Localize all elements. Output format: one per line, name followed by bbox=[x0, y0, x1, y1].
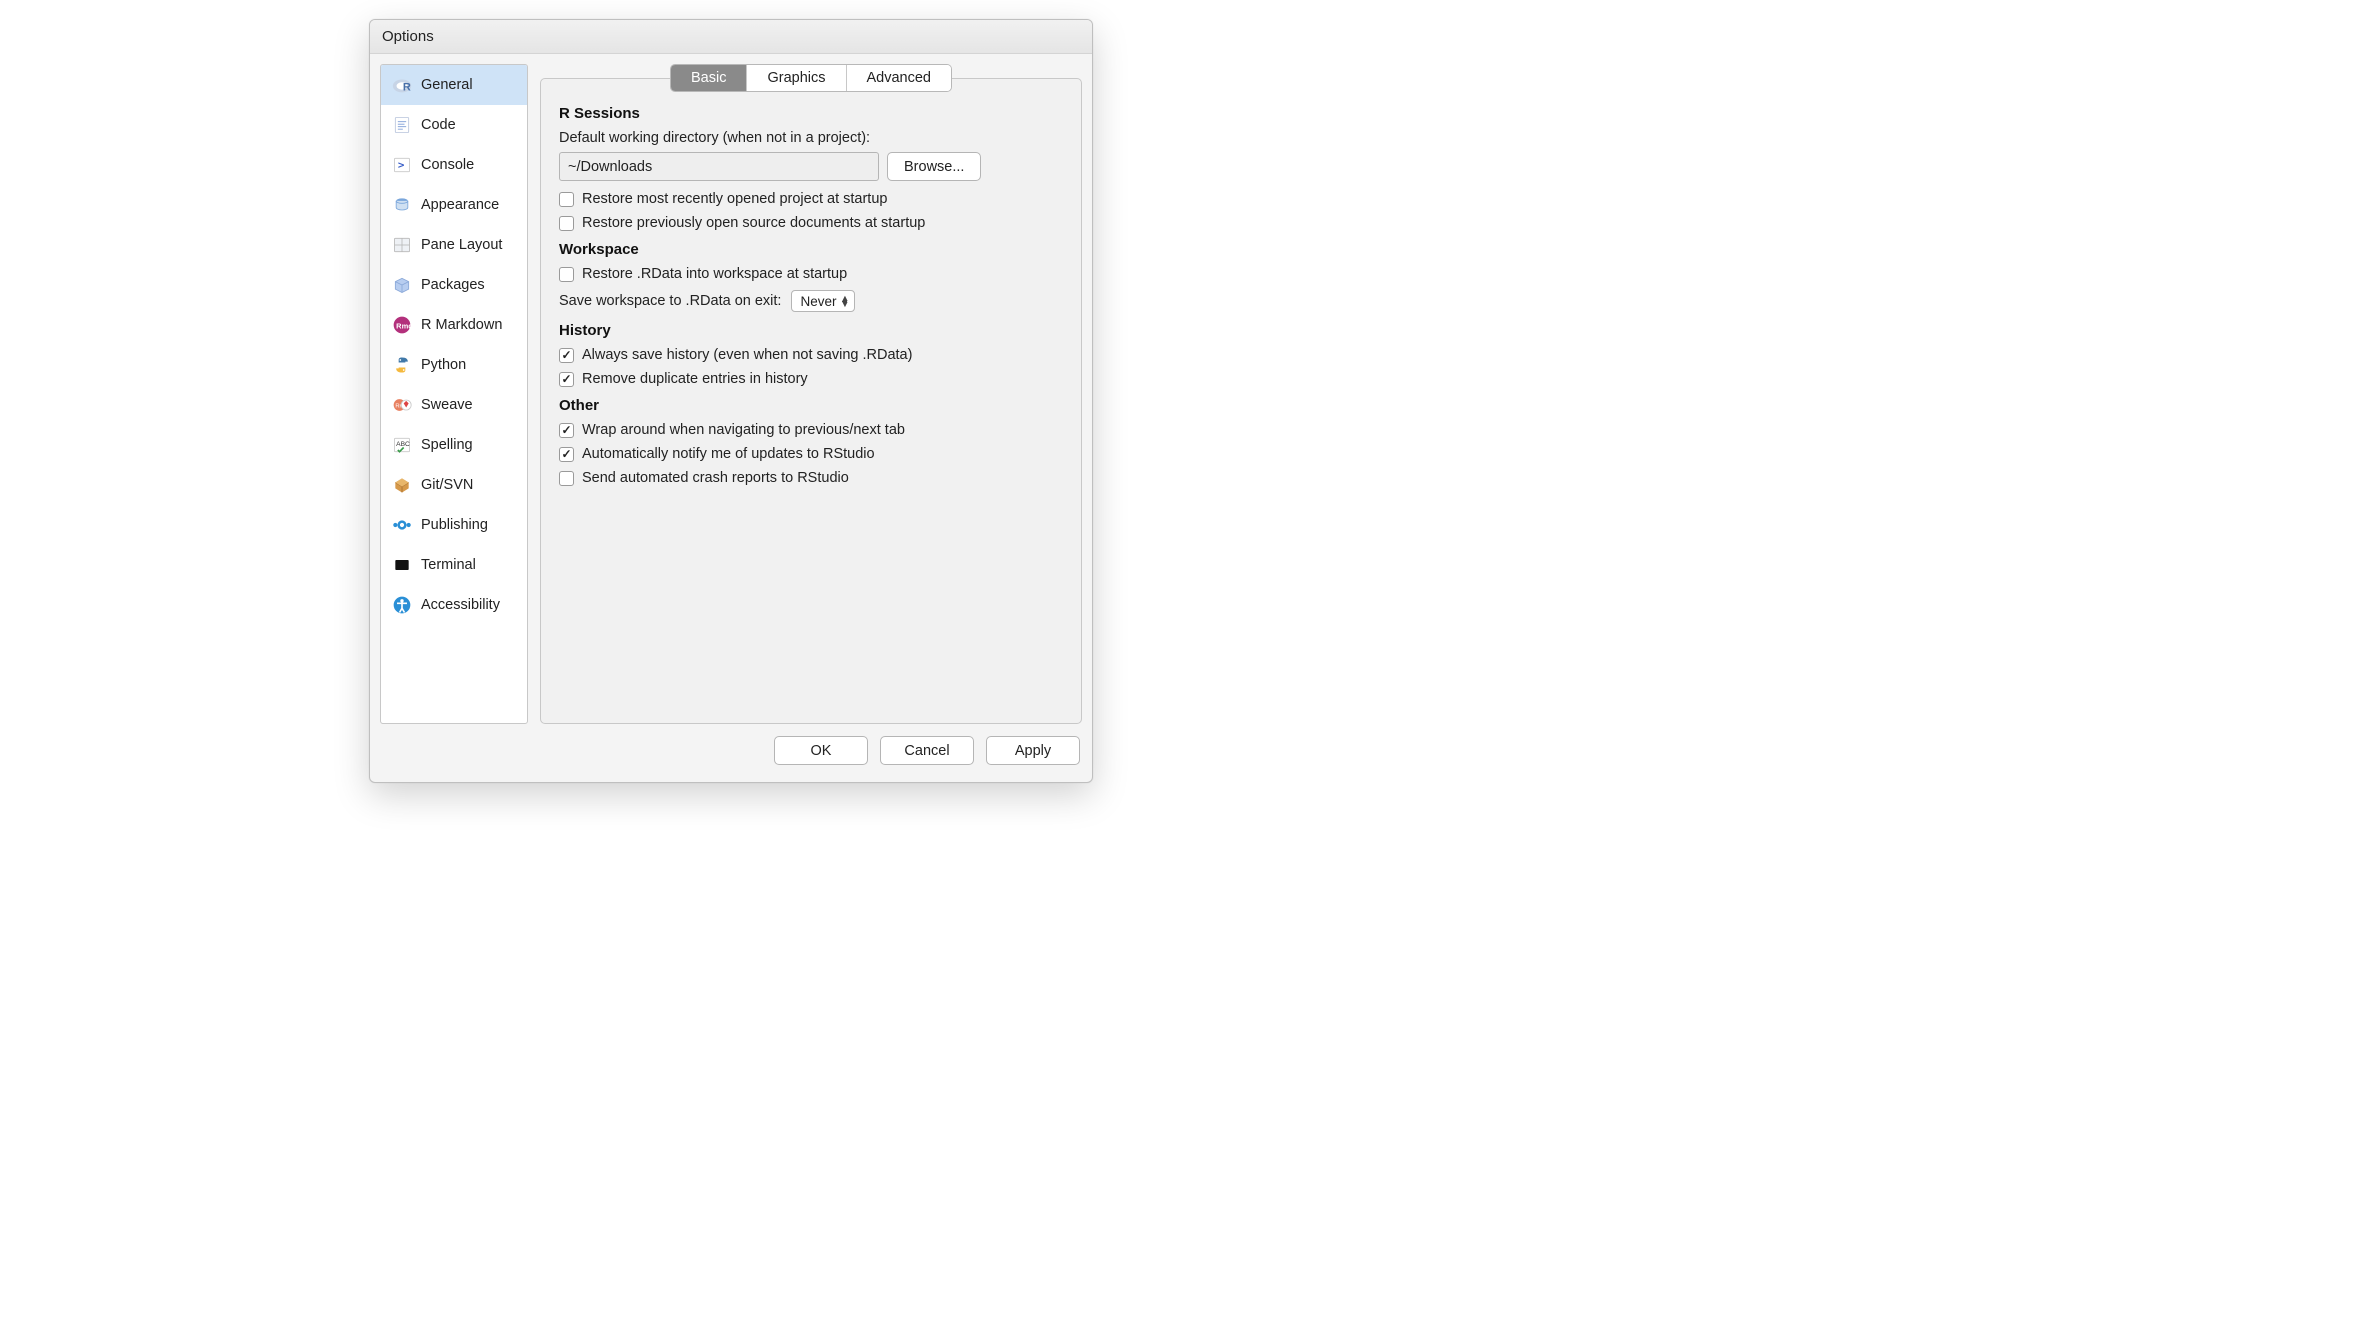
tab-advanced[interactable]: Advanced bbox=[847, 65, 952, 91]
crash-reports-label: Send automated crash reports to RStudio bbox=[582, 470, 849, 486]
sidebar-item-python[interactable]: Python bbox=[381, 345, 527, 385]
python-logo-icon bbox=[391, 354, 413, 376]
sidebar-item-gitsvn[interactable]: Git/SVN bbox=[381, 465, 527, 505]
restore-project-checkbox[interactable] bbox=[559, 192, 574, 207]
restore-docs-label: Restore previously open source documents… bbox=[582, 215, 925, 231]
working-dir-input[interactable] bbox=[559, 152, 879, 181]
sidebar-item-terminal[interactable]: Terminal bbox=[381, 545, 527, 585]
publish-icon bbox=[391, 514, 413, 536]
options-dialog: Options R General Code > Console bbox=[369, 19, 1093, 783]
notify-updates-label: Automatically notify me of updates to RS… bbox=[582, 446, 875, 462]
sidebar-item-label: Accessibility bbox=[421, 597, 500, 613]
sidebar-item-label: R Markdown bbox=[421, 317, 502, 333]
rmarkdown-icon: Rmd bbox=[391, 314, 413, 336]
section-workspace: Workspace bbox=[559, 241, 1063, 258]
package-box-icon bbox=[391, 274, 413, 296]
dialog-titlebar: Options bbox=[370, 20, 1092, 54]
notify-updates-checkbox[interactable] bbox=[559, 447, 574, 462]
svg-text:Rmd: Rmd bbox=[396, 321, 412, 330]
sidebar-item-packages[interactable]: Packages bbox=[381, 265, 527, 305]
sidebar-item-pane-layout[interactable]: Pane Layout bbox=[381, 225, 527, 265]
browse-button[interactable]: Browse... bbox=[887, 152, 981, 181]
working-dir-label: Default working directory (when not in a… bbox=[559, 130, 1063, 146]
sidebar-item-label: Git/SVN bbox=[421, 477, 473, 493]
restore-rdata-label: Restore .RData into workspace at startup bbox=[582, 266, 847, 282]
section-other: Other bbox=[559, 397, 1063, 414]
remove-dup-history-checkbox[interactable] bbox=[559, 372, 574, 387]
restore-project-label: Restore most recently opened project at … bbox=[582, 191, 887, 207]
sidebar-item-label: Sweave bbox=[421, 397, 473, 413]
sidebar-item-label: Pane Layout bbox=[421, 237, 502, 253]
sidebar-item-label: Spelling bbox=[421, 437, 473, 453]
paint-bucket-icon bbox=[391, 194, 413, 216]
save-workspace-select[interactable]: Never ▲▼ bbox=[791, 290, 855, 312]
sweave-icon: Rnw bbox=[391, 394, 413, 416]
pane-layout-icon bbox=[391, 234, 413, 256]
crash-reports-checkbox[interactable] bbox=[559, 471, 574, 486]
sidebar-item-label: Publishing bbox=[421, 517, 488, 533]
restore-rdata-checkbox[interactable] bbox=[559, 267, 574, 282]
svg-text:R: R bbox=[403, 82, 411, 94]
wrap-tabs-checkbox[interactable] bbox=[559, 423, 574, 438]
tab-bar: Basic Graphics Advanced bbox=[540, 64, 1082, 92]
code-doc-icon bbox=[391, 114, 413, 136]
sidebar-item-label: Code bbox=[421, 117, 456, 133]
r-logo-icon: R bbox=[391, 74, 413, 96]
select-caret-icon: ▲▼ bbox=[841, 295, 850, 307]
console-prompt-icon: > bbox=[391, 154, 413, 176]
accessibility-icon bbox=[391, 594, 413, 616]
sidebar-item-console[interactable]: > Console bbox=[381, 145, 527, 185]
dialog-footer: OK Cancel Apply bbox=[370, 724, 1092, 777]
tab-graphics[interactable]: Graphics bbox=[747, 65, 846, 91]
remove-dup-history-label: Remove duplicate entries in history bbox=[582, 371, 808, 387]
always-save-history-label: Always save history (even when not savin… bbox=[582, 347, 912, 363]
restore-docs-checkbox[interactable] bbox=[559, 216, 574, 231]
save-workspace-label: Save workspace to .RData on exit: bbox=[559, 293, 781, 309]
vcs-box-icon bbox=[391, 474, 413, 496]
sidebar-item-label: Console bbox=[421, 157, 474, 173]
category-sidebar: R General Code > Console App bbox=[380, 64, 528, 724]
sidebar-item-appearance[interactable]: Appearance bbox=[381, 185, 527, 225]
sidebar-item-label: General bbox=[421, 77, 473, 93]
sidebar-item-label: Python bbox=[421, 357, 466, 373]
sidebar-item-label: Terminal bbox=[421, 557, 476, 573]
settings-panel: R Sessions Default working directory (wh… bbox=[540, 78, 1082, 724]
spellcheck-icon: ABC bbox=[391, 434, 413, 456]
sidebar-item-spelling[interactable]: ABC Spelling bbox=[381, 425, 527, 465]
sidebar-item-sweave[interactable]: Rnw Sweave bbox=[381, 385, 527, 425]
tab-basic[interactable]: Basic bbox=[671, 65, 747, 91]
terminal-icon bbox=[391, 554, 413, 576]
section-r-sessions: R Sessions bbox=[559, 105, 1063, 122]
section-history: History bbox=[559, 322, 1063, 339]
sidebar-item-rmarkdown[interactable]: Rmd R Markdown bbox=[381, 305, 527, 345]
always-save-history-checkbox[interactable] bbox=[559, 348, 574, 363]
sidebar-item-general[interactable]: R General bbox=[381, 65, 527, 105]
sidebar-item-code[interactable]: Code bbox=[381, 105, 527, 145]
sidebar-item-accessibility[interactable]: Accessibility bbox=[381, 585, 527, 625]
svg-text:>: > bbox=[398, 158, 405, 171]
ok-button[interactable]: OK bbox=[774, 736, 868, 765]
sidebar-item-label: Packages bbox=[421, 277, 485, 293]
dialog-title: Options bbox=[382, 28, 434, 45]
cancel-button[interactable]: Cancel bbox=[880, 736, 974, 765]
wrap-tabs-label: Wrap around when navigating to previous/… bbox=[582, 422, 905, 438]
svg-text:ABC: ABC bbox=[396, 441, 410, 448]
apply-button[interactable]: Apply bbox=[986, 736, 1080, 765]
sidebar-item-publishing[interactable]: Publishing bbox=[381, 505, 527, 545]
sidebar-item-label: Appearance bbox=[421, 197, 499, 213]
